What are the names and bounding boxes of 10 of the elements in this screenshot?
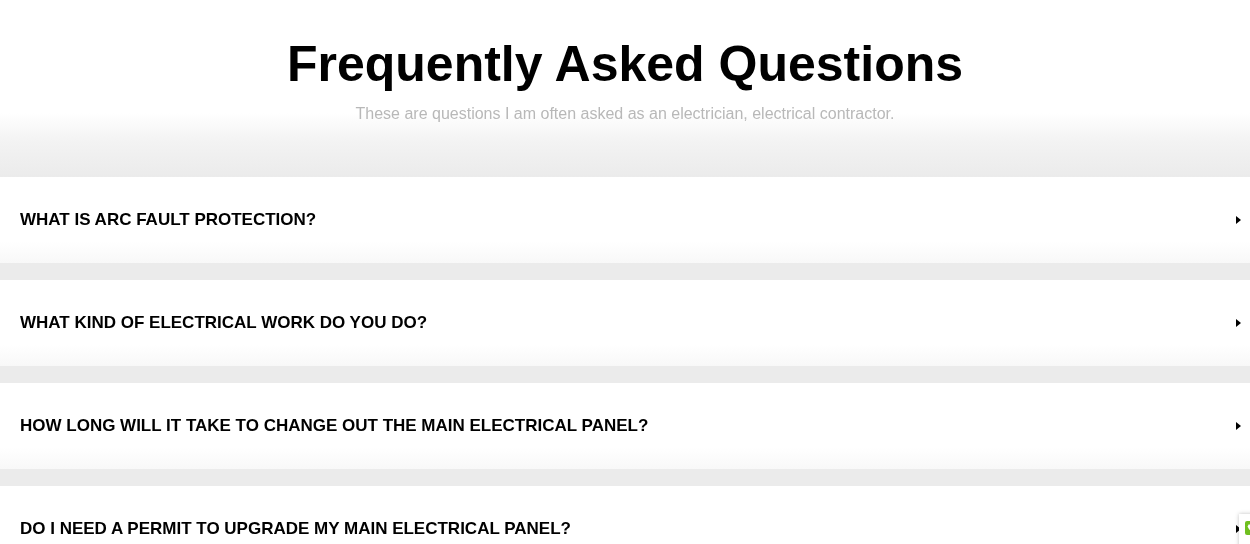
question-text: WHAT KIND OF ELECTRICAL WORK DO YOU DO? bbox=[20, 313, 428, 333]
question-text: DO I NEED A PERMIT TO UPGRADE MY MAIN ELECTRICAL PANEL? bbox=[20, 519, 571, 539]
faq-item[interactable]: DO I NEED A PERMIT TO UPGRADE MY MAIN ELECTRICAL PANEL? bbox=[0, 486, 1250, 544]
question-text: HOW LONG WILL IT TAKE TO CHANGE OUT THE MAIN ELECTRICAL PANEL? bbox=[20, 416, 649, 436]
faq-item[interactable]: WHAT IS ARC FAULT PROTECTION? bbox=[0, 177, 1250, 263]
page-title: Frequently Asked Questions bbox=[286, 36, 964, 92]
faq-item[interactable]: HOW LONG WILL IT TAKE TO CHANGE OUT THE MAIN ELECTRICAL PANEL? bbox=[0, 383, 1250, 469]
faq-item[interactable]: WHAT KIND OF ELECTRICAL WORK DO YOU DO? bbox=[0, 280, 1250, 366]
page-subtitle: These are questions I am often asked as an electrician, electrical contractor. bbox=[355, 104, 895, 124]
question-text: WHAT IS ARC FAULT PROTECTION? bbox=[20, 210, 317, 230]
